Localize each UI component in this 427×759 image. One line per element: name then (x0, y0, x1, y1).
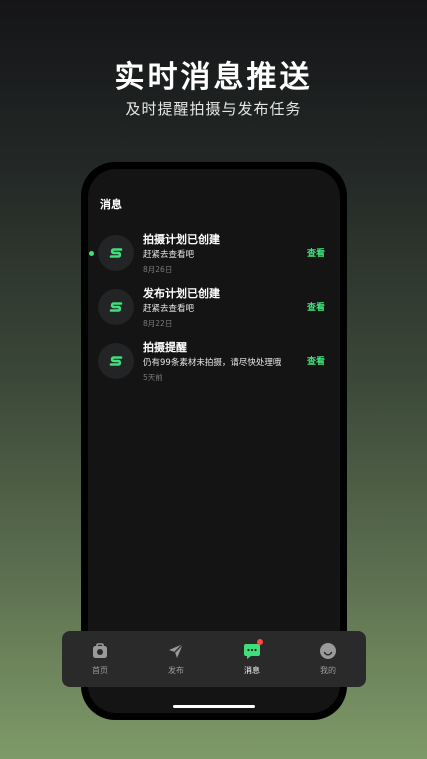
smiley-face-icon (319, 642, 337, 660)
tab-label: 首页 (92, 666, 108, 675)
camera-bag-icon (91, 642, 109, 660)
unread-dot (89, 251, 94, 256)
message-title: 拍摄计划已创建 (143, 233, 220, 246)
message-body: 赶紧去查看吧 (143, 304, 195, 314)
tab-publish[interactable]: 发布 (138, 631, 214, 687)
message-date: 8月26日 (143, 265, 173, 274)
hero-subtitle: 及时提醒拍摄与发布任务 (125, 100, 302, 118)
home-indicator (173, 705, 255, 708)
view-button[interactable]: 查看 (307, 354, 325, 367)
message-list: 拍摄计划已创建 赶紧去查看吧 8月26日 查看 发布计划已创建 赶紧去查看吧 8… (88, 231, 340, 393)
hero-title: 实时消息推送 (114, 60, 313, 95)
message-body: 赶紧去查看吧 (143, 250, 195, 260)
tab-label: 发布 (168, 666, 184, 675)
tab-messages[interactable]: 消息 (214, 631, 290, 687)
s-logo-icon (98, 289, 134, 325)
message-date: 8月22日 (143, 319, 173, 328)
page-title: 消息 (100, 198, 122, 211)
view-button[interactable]: 查看 (307, 300, 325, 313)
message-date: 5天前 (143, 373, 163, 382)
tab-label: 消息 (244, 666, 260, 675)
message-title: 发布计划已创建 (143, 287, 220, 300)
s-logo-icon (98, 235, 134, 271)
notification-badge (257, 639, 263, 645)
message-item[interactable]: 发布计划已创建 赶紧去查看吧 8月22日 查看 (88, 285, 340, 339)
chat-bubble-icon (243, 639, 263, 660)
send-icon (167, 642, 185, 660)
view-button[interactable]: 查看 (307, 246, 325, 259)
tab-profile[interactable]: 我的 (290, 631, 366, 687)
s-logo-icon (98, 343, 134, 379)
message-item[interactable]: 拍摄提醒 仍有99条素材未拍摄，请尽快处理哦 5天前 查看 (88, 339, 340, 393)
tab-bar: 首页 发布 消息 我的 (62, 631, 366, 687)
message-item[interactable]: 拍摄计划已创建 赶紧去查看吧 8月26日 查看 (88, 231, 340, 285)
tab-label: 我的 (320, 666, 336, 675)
message-title: 拍摄提醒 (143, 341, 187, 354)
tab-home[interactable]: 首页 (62, 631, 138, 687)
message-body: 仍有99条素材未拍摄，请尽快处理哦 (143, 358, 282, 368)
